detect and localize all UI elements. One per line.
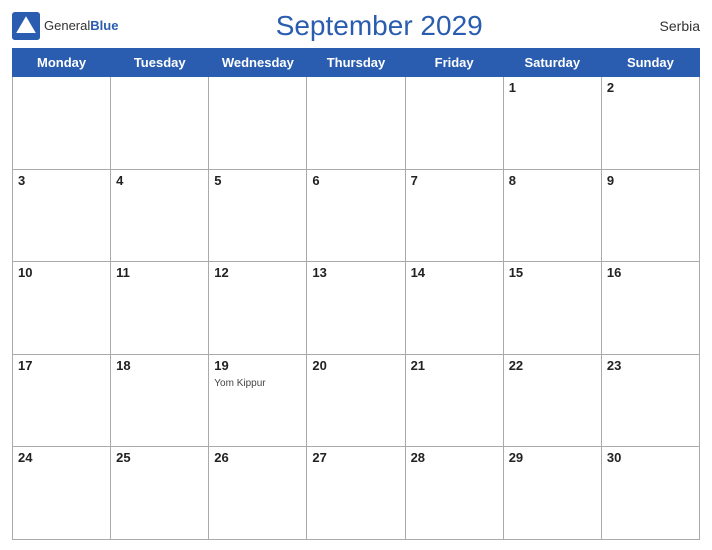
calendar-cell-w2-d2: 4 [111,169,209,262]
day-number: 21 [411,358,498,373]
day-number: 13 [312,265,399,280]
calendar-cell-w4-d4: 20 [307,354,405,447]
day-event: Yom Kippur [214,378,265,389]
week-row-1: 12 [13,77,700,170]
day-number: 18 [116,358,203,373]
calendar-cell-w4-d3: 19 Yom Kippur [209,354,307,447]
calendar-cell-w4-d2: 18 [111,354,209,447]
calendar-cell-w2-d3: 5 [209,169,307,262]
day-number: 9 [607,173,694,188]
generalblue-logo-icon [12,12,40,40]
calendar-cell-w4-d5: 21 [405,354,503,447]
day-number: 30 [607,450,694,465]
day-number: 10 [18,265,105,280]
day-number: 23 [607,358,694,373]
calendar-cell-w1-d7: 2 [601,77,699,170]
calendar-cell-w3-d4: 13 [307,262,405,355]
day-number: 19 [214,358,301,373]
week-row-5: 24 25 26 27 28 29 30 [13,447,700,540]
logo-text: GeneralBlue [44,17,118,35]
day-number: 17 [18,358,105,373]
calendar-table: Monday Tuesday Wednesday Thursday Friday… [12,48,700,540]
day-number: 4 [116,173,203,188]
calendar-cell-w2-d6: 8 [503,169,601,262]
calendar-cell-w3-d1: 10 [13,262,111,355]
page-title: September 2029 [118,10,640,42]
header-monday: Monday [13,49,111,77]
day-number: 11 [116,265,203,280]
calendar-cell-w1-d4 [307,77,405,170]
day-number: 25 [116,450,203,465]
day-number: 5 [214,173,301,188]
calendar-cell-w2-d1: 3 [13,169,111,262]
calendar-cell-w2-d4: 6 [307,169,405,262]
calendar-cell-w2-d5: 7 [405,169,503,262]
header-friday: Friday [405,49,503,77]
day-number: 6 [312,173,399,188]
day-number: 15 [509,265,596,280]
day-number: 28 [411,450,498,465]
calendar-cell-w4-d6: 22 [503,354,601,447]
calendar-cell-w4-d1: 17 [13,354,111,447]
calendar-cell-w3-d6: 15 [503,262,601,355]
calendar-cell-w5-d4: 27 [307,447,405,540]
calendar-cell-w1-d3 [209,77,307,170]
country-label: Serbia [640,18,700,34]
calendar-cell-w3-d5: 14 [405,262,503,355]
header-wednesday: Wednesday [209,49,307,77]
day-number: 27 [312,450,399,465]
calendar-cell-w3-d7: 16 [601,262,699,355]
day-number: 16 [607,265,694,280]
calendar-cell-w2-d7: 9 [601,169,699,262]
weekday-header-row: Monday Tuesday Wednesday Thursday Friday… [13,49,700,77]
calendar-cell-w1-d2 [111,77,209,170]
day-number: 2 [607,80,694,95]
day-number: 22 [509,358,596,373]
day-number: 8 [509,173,596,188]
calendar-cell-w1-d1 [13,77,111,170]
calendar-cell-w5-d5: 28 [405,447,503,540]
week-row-4: 17 18 19 Yom Kippur 20 21 22 23 [13,354,700,447]
page-wrapper: GeneralBlue September 2029 Serbia Monday… [0,0,712,550]
week-row-3: 10 11 12 13 14 15 16 [13,262,700,355]
calendar-cell-w5-d1: 24 [13,447,111,540]
calendar-cell-w5-d3: 26 [209,447,307,540]
day-number: 12 [214,265,301,280]
calendar-cell-w1-d5 [405,77,503,170]
logo: GeneralBlue [12,12,118,40]
day-number: 3 [18,173,105,188]
day-number: 20 [312,358,399,373]
header-tuesday: Tuesday [111,49,209,77]
header-row: GeneralBlue September 2029 Serbia [12,10,700,42]
calendar-cell-w4-d7: 23 [601,354,699,447]
calendar-cell-w5-d6: 29 [503,447,601,540]
header-thursday: Thursday [307,49,405,77]
day-number: 14 [411,265,498,280]
day-number: 26 [214,450,301,465]
calendar-cell-w3-d2: 11 [111,262,209,355]
calendar-cell-w5-d2: 25 [111,447,209,540]
header-saturday: Saturday [503,49,601,77]
day-number: 24 [18,450,105,465]
calendar-cell-w1-d6: 1 [503,77,601,170]
week-row-2: 3456789 [13,169,700,262]
header-sunday: Sunday [601,49,699,77]
day-number: 7 [411,173,498,188]
calendar-cell-w3-d3: 12 [209,262,307,355]
day-number: 29 [509,450,596,465]
calendar-cell-w5-d7: 30 [601,447,699,540]
day-number: 1 [509,80,596,95]
